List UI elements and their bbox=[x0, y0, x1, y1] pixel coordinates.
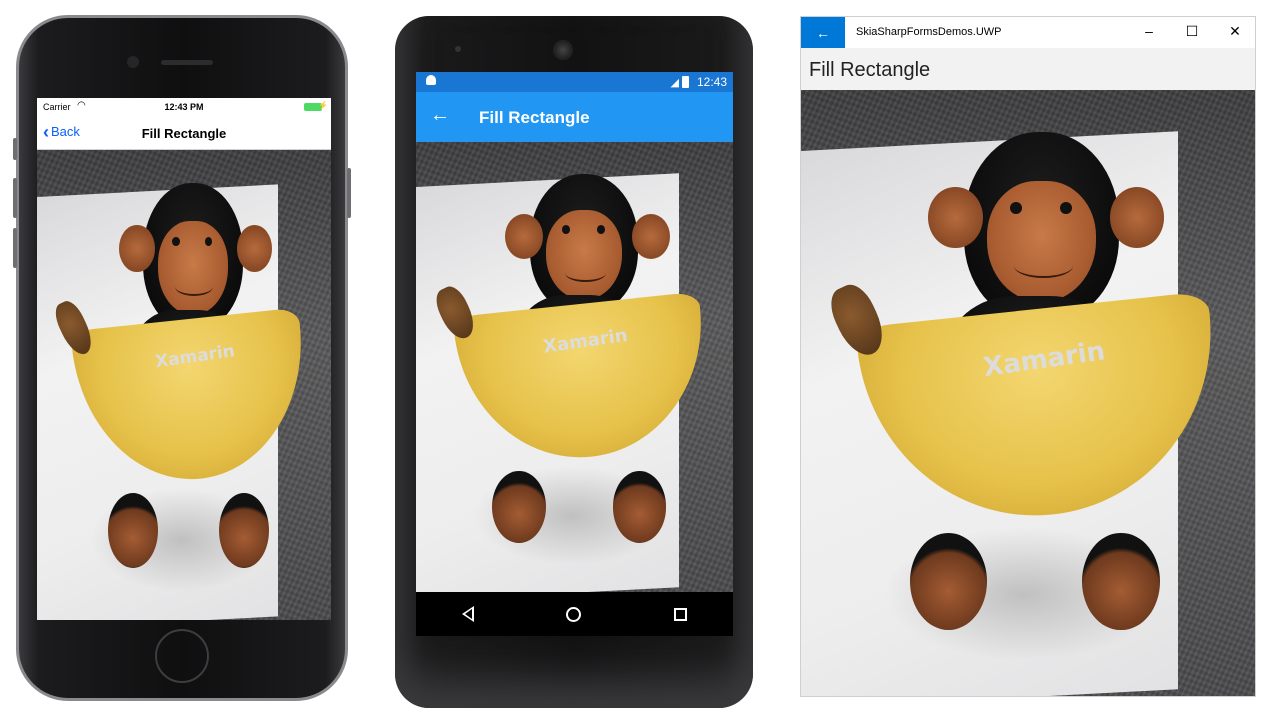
page-header: Fill Rectangle bbox=[801, 48, 1255, 90]
battery-icon bbox=[682, 76, 689, 88]
android-sensor bbox=[455, 46, 461, 52]
page-title: Fill Rectangle bbox=[479, 108, 590, 127]
back-button[interactable]: ← bbox=[801, 17, 845, 48]
arrow-left-icon[interactable]: ← bbox=[430, 104, 450, 127]
charging-icon: ⚡ bbox=[318, 101, 328, 110]
iphone-power-button bbox=[347, 168, 351, 218]
window-title-bar: ← SkiaSharpFormsDemos.UWP – ☐ ✕ bbox=[801, 17, 1255, 48]
monkey-ear-left bbox=[504, 214, 543, 259]
nav-back-icon[interactable] bbox=[462, 606, 475, 622]
ios-navigation-bar: ‹ Back Fill Rectangle bbox=[37, 116, 331, 150]
iphone-volume-down bbox=[13, 228, 17, 268]
monkey-eye-left bbox=[172, 236, 180, 247]
iphone-device: Carrier ◠ 12:43 PM ⚡ ‹ Back Fill Rectang… bbox=[13, 15, 351, 701]
monkey-ear-right bbox=[236, 225, 273, 273]
android-status-bar: ◢ 12:43 bbox=[416, 72, 733, 92]
page-title: Fill Rectangle bbox=[141, 126, 227, 141]
ios-status-bar: Carrier ◠ 12:43 PM ⚡ bbox=[37, 98, 331, 116]
monkey-foot-left bbox=[107, 493, 158, 569]
maximize-button[interactable]: ☐ bbox=[1182, 23, 1202, 40]
iphone-home-button[interactable] bbox=[155, 629, 209, 683]
monkey-foot-right bbox=[612, 470, 667, 543]
monkey-ear-left bbox=[928, 187, 983, 248]
monkey-face bbox=[987, 181, 1097, 303]
minimize-button[interactable]: – bbox=[1139, 23, 1159, 39]
canvas-view: Xamarin bbox=[801, 90, 1255, 696]
monkey-ear-right bbox=[631, 214, 670, 259]
canvas-view: Xamarin bbox=[416, 142, 733, 592]
page-title: Fill Rectangle bbox=[809, 59, 931, 81]
monkey-eye-left bbox=[1009, 202, 1022, 215]
arrow-left-icon: ← bbox=[816, 24, 830, 41]
nav-recents-icon[interactable] bbox=[673, 607, 687, 621]
android-screen: ◢ 12:43 ← Fill Rectangle Xamarin bbox=[416, 72, 733, 636]
screenshot-stage: Carrier ◠ 12:43 PM ⚡ ‹ Back Fill Rectang… bbox=[0, 0, 1280, 716]
window-title: SkiaSharpFormsDemos.UWP bbox=[856, 26, 1002, 38]
iphone-screen: Carrier ◠ 12:43 PM ⚡ ‹ Back Fill Rectang… bbox=[37, 98, 331, 620]
canvas-view: Xamarin bbox=[37, 150, 331, 620]
status-time: 12:43 bbox=[696, 75, 727, 89]
uwp-window: ← SkiaSharpFormsDemos.UWP – ☐ ✕ Fill Rec… bbox=[800, 16, 1256, 697]
android-robot-icon bbox=[426, 75, 436, 85]
iphone-volume-up bbox=[13, 178, 17, 218]
android-device: ◢ 12:43 ← Fill Rectangle Xamarin bbox=[395, 16, 753, 708]
android-front-camera bbox=[553, 40, 573, 60]
signal-icon: ◢ bbox=[670, 77, 679, 89]
monkey-foot-left bbox=[909, 533, 988, 631]
monkey-ear-right bbox=[1109, 187, 1165, 248]
iphone-earpiece bbox=[161, 60, 213, 65]
monkey-foot-right bbox=[1082, 533, 1160, 631]
monkey-foot-left bbox=[492, 470, 546, 543]
monkey-mouth bbox=[564, 264, 607, 282]
nav-home-icon[interactable] bbox=[566, 606, 582, 622]
iphone-mute-switch bbox=[13, 138, 17, 160]
iphone-front-camera bbox=[127, 56, 139, 68]
status-time: 12:43 PM bbox=[164, 102, 204, 112]
android-app-bar: ← Fill Rectangle bbox=[416, 92, 733, 142]
monkey-face bbox=[545, 209, 623, 300]
monkey-face bbox=[157, 220, 229, 315]
monkey-eye-right bbox=[1059, 202, 1072, 215]
close-button[interactable]: ✕ bbox=[1225, 23, 1245, 40]
monkey-mouth bbox=[175, 277, 214, 296]
android-navigation-bar bbox=[416, 592, 733, 636]
monkey-ear-left bbox=[119, 225, 155, 273]
